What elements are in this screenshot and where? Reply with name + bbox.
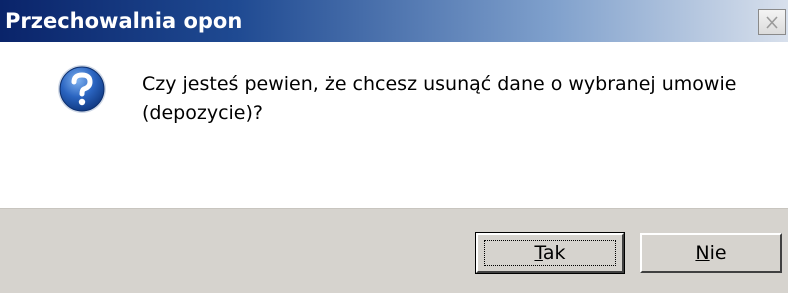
message-line-2: (depozycie)? bbox=[142, 102, 263, 124]
title-bar[interactable]: Przechowalnia opon bbox=[0, 0, 788, 42]
button-bar: Tak Nie bbox=[0, 208, 788, 293]
question-icon bbox=[58, 65, 106, 113]
yes-button-label: Tak bbox=[534, 242, 565, 264]
no-mnemonic: N bbox=[695, 242, 710, 264]
yes-mnemonic: T bbox=[534, 242, 543, 264]
no-button[interactable]: Nie bbox=[640, 233, 782, 273]
no-label-rest: ie bbox=[709, 242, 727, 264]
close-button[interactable] bbox=[758, 9, 786, 35]
yes-button[interactable]: Tak bbox=[475, 232, 625, 274]
confirm-dialog: Przechowalnia opon Czy jesteś pewien, że… bbox=[0, 0, 788, 293]
message-text: Czy jesteś pewien, że chcesz usunąć dane… bbox=[142, 70, 782, 128]
message-line-1: Czy jesteś pewien, że chcesz usunąć dane… bbox=[142, 73, 737, 95]
yes-label-rest: ak bbox=[542, 242, 566, 264]
close-icon bbox=[766, 15, 778, 29]
no-button-label: Nie bbox=[695, 242, 726, 264]
window-title: Przechowalnia opon bbox=[5, 9, 243, 33]
